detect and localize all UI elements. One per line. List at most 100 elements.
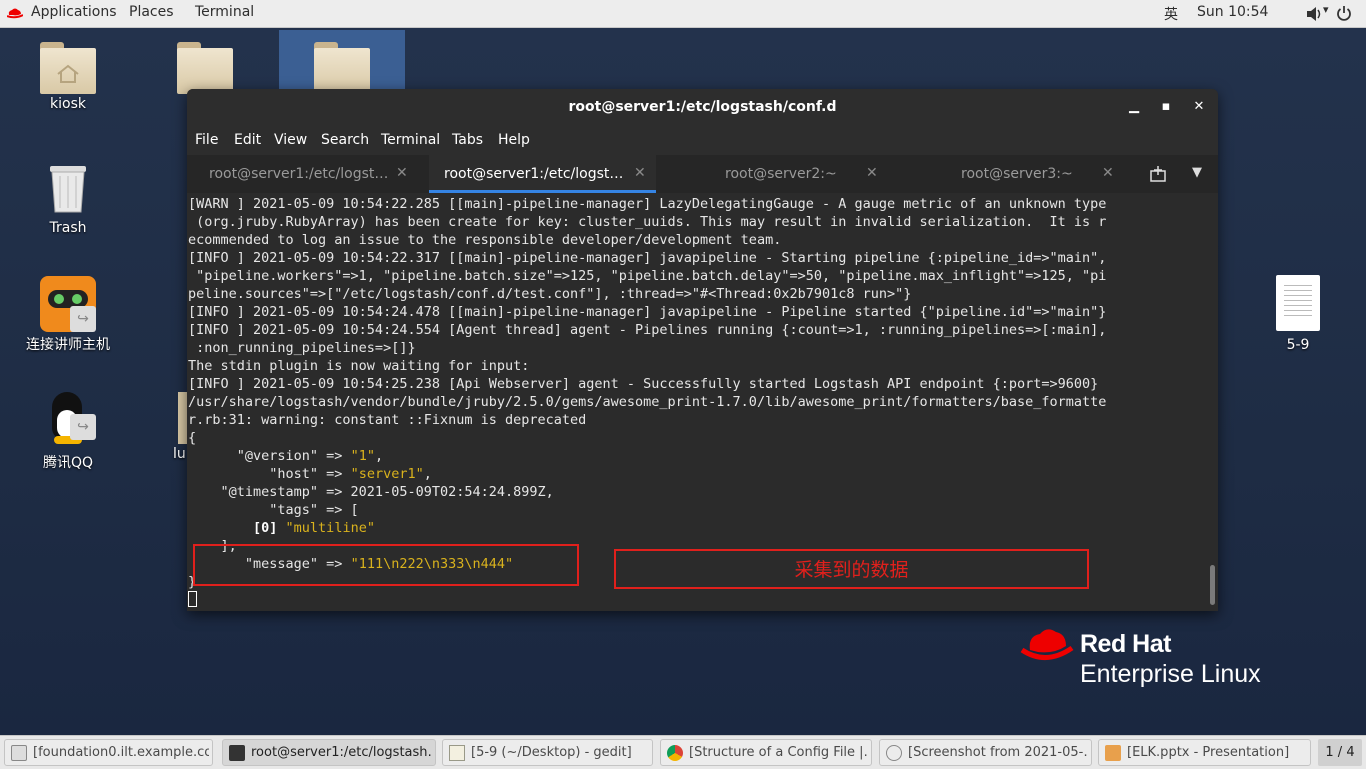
impress-icon bbox=[1105, 745, 1121, 761]
terminal-line: [INFO ] 2021-05-09 10:54:22.317 [[main]-… bbox=[188, 250, 1107, 266]
minimize-icon[interactable]: ▁ bbox=[1124, 97, 1144, 117]
menu-file[interactable]: File bbox=[195, 132, 218, 148]
menu-terminal[interactable]: Terminal bbox=[381, 132, 440, 148]
clock[interactable]: Sun 10:54 bbox=[1197, 4, 1268, 20]
tab-label: root@server2:~ bbox=[725, 166, 837, 182]
desktop-icon-label: 连接讲师主机 bbox=[26, 337, 110, 353]
taskbar: [foundation0.ilt.example.co… root@server… bbox=[0, 735, 1366, 769]
record-host-line: "host" => "server1", bbox=[188, 466, 432, 482]
scrollbar-thumb[interactable] bbox=[1210, 565, 1215, 605]
tab-server1-b[interactable]: root@server1:/etc/logst… ✕ bbox=[429, 155, 656, 193]
volume-icon[interactable] bbox=[1305, 6, 1323, 22]
input-method-indicator[interactable]: 英 bbox=[1164, 4, 1178, 24]
workspace-switcher[interactable]: 1 / 4 bbox=[1318, 739, 1362, 766]
taskbar-item-label: [Screenshot from 2021-05-… bbox=[908, 745, 1088, 760]
terminal-line: peline.sources"=>["/etc/logstash/conf.d/… bbox=[188, 286, 912, 302]
terminal-line: (org.jruby.RubyArray) has been create fo… bbox=[188, 214, 1107, 230]
terminal-line: r.rb:31: warning: constant ::Fixnum is d… bbox=[188, 412, 587, 428]
terminal-line: [INFO ] 2021-05-09 10:54:24.554 [Agent t… bbox=[188, 322, 1107, 338]
taskbar-item-label: [Structure of a Config File |… bbox=[689, 745, 867, 760]
menu-edit[interactable]: Edit bbox=[234, 132, 261, 148]
applications-menu[interactable]: Applications bbox=[31, 4, 117, 20]
power-icon[interactable] bbox=[1336, 5, 1352, 21]
system-menu-chevron-icon[interactable]: ▾ bbox=[1323, 3, 1329, 16]
taskbar-item-impress[interactable]: [ELK.pptx - Presentation] bbox=[1098, 739, 1311, 766]
terminal-cursor bbox=[188, 591, 197, 607]
terminal-line: ecommended to log an issue to the respon… bbox=[188, 232, 782, 248]
close-icon[interactable]: ✕ bbox=[1189, 97, 1209, 117]
terminal-line: [INFO ] 2021-05-09 10:54:24.478 [[main]-… bbox=[188, 304, 1107, 320]
menu-help[interactable]: Help bbox=[498, 132, 530, 148]
annotation-highlight-box bbox=[193, 544, 579, 586]
desktop-icon-kiosk[interactable]: kiosk bbox=[18, 42, 118, 112]
taskbar-item-gedit[interactable]: [5-9 (~/Desktop) - gedit] bbox=[442, 739, 653, 766]
qq-penguin-icon: ↪ bbox=[40, 392, 96, 450]
taskbar-item-label: root@server1:/etc/logstash… bbox=[251, 745, 431, 760]
desktop-icon-label: Trash bbox=[49, 220, 87, 236]
tab-server3[interactable]: root@server3:~ ✕ bbox=[899, 155, 1135, 193]
desktop-icon-qq[interactable]: ↪ 腾讯QQ bbox=[18, 392, 118, 472]
desktop-icon-folder[interactable] bbox=[155, 42, 255, 94]
tab-close-icon[interactable]: ✕ bbox=[634, 165, 646, 181]
terminal-line: /usr/share/logstash/vendor/bundle/jruby/… bbox=[188, 394, 1107, 410]
taskbar-item-screenshot[interactable]: [Screenshot from 2021-05-… bbox=[879, 739, 1092, 766]
tab-label: root@server3:~ bbox=[961, 166, 1073, 182]
tab-close-icon[interactable]: ✕ bbox=[866, 165, 878, 181]
redhat-branding: Red Hat Enterprise Linux bbox=[1020, 626, 1300, 696]
record-version-line: "@version" => "1", bbox=[188, 448, 384, 464]
desktop-icon-remote-host[interactable]: ↪ 连接讲师主机 bbox=[18, 276, 118, 354]
desktop-icon-folder-selected[interactable] bbox=[292, 42, 392, 94]
terminal-app-menu[interactable]: Terminal bbox=[195, 4, 254, 20]
folder-icon bbox=[177, 42, 233, 94]
tab-server1-a[interactable]: root@server1:/etc/logst… ✕ bbox=[187, 155, 424, 193]
terminal-line: [INFO ] 2021-05-09 10:54:25.238 [Api Web… bbox=[188, 376, 1099, 392]
folder-icon bbox=[314, 42, 370, 94]
record-timestamp-line: "@timestamp" => 2021-05-09T02:54:24.899Z… bbox=[188, 484, 554, 500]
record-tags-line: "tags" => [ bbox=[188, 502, 359, 518]
terminal-line: [WARN ] 2021-05-09 10:54:22.285 [[main]-… bbox=[188, 196, 1107, 212]
chrome-icon bbox=[667, 745, 683, 761]
brand-line-2: Enterprise Linux bbox=[1080, 660, 1261, 688]
record-tags-item-line: [0] "multiline" bbox=[253, 520, 375, 536]
places-menu[interactable]: Places bbox=[129, 4, 174, 20]
brand-line-1: Red Hat bbox=[1080, 630, 1171, 658]
taskbar-item-vm[interactable]: [foundation0.ilt.example.co… bbox=[4, 739, 213, 766]
vm-icon bbox=[11, 745, 27, 761]
taskbar-item-label: [ELK.pptx - Presentation] bbox=[1127, 745, 1290, 760]
taskbar-item-chrome[interactable]: [Structure of a Config File |… bbox=[660, 739, 872, 766]
redhat-icon bbox=[7, 8, 23, 19]
menu-tabs[interactable]: Tabs bbox=[452, 132, 483, 148]
tab-label: root@server1:/etc/logst… bbox=[444, 166, 624, 182]
terminal-line: The stdin plugin is now waiting for inpu… bbox=[188, 358, 530, 374]
tab-close-icon[interactable]: ✕ bbox=[396, 165, 408, 181]
window-title: root@server1:/etc/logstash/conf.d bbox=[568, 99, 837, 115]
gedit-icon bbox=[449, 745, 465, 761]
window-title-bar[interactable]: root@server1:/etc/logstash/conf.d ▁ ▪ ✕ bbox=[187, 89, 1218, 125]
desktop-icon-label: 腾讯QQ bbox=[42, 455, 94, 471]
taskbar-item-label: [5-9 (~/Desktop) - gedit] bbox=[471, 745, 632, 760]
tiger-app-icon: ↪ bbox=[40, 276, 96, 332]
desktop-icon-label: 5-9 bbox=[1286, 337, 1310, 353]
terminal-icon bbox=[229, 745, 245, 761]
new-tab-icon[interactable] bbox=[1149, 166, 1167, 182]
trash-icon bbox=[50, 166, 86, 213]
terminal-scrollbar[interactable] bbox=[1207, 193, 1218, 611]
terminal-line: :non_running_pipelines=>[]} bbox=[188, 340, 416, 356]
menu-search[interactable]: Search bbox=[321, 132, 369, 148]
terminal-line: "pipeline.workers"=>1, "pipeline.batch.s… bbox=[188, 268, 1107, 284]
tabs-menu-chevron-down-icon[interactable]: ▼ bbox=[1192, 165, 1202, 180]
menu-bar: File Edit View Search Terminal Tabs Help bbox=[187, 125, 1218, 155]
terminal-window[interactable]: root@server1:/etc/logstash/conf.d ▁ ▪ ✕ … bbox=[187, 89, 1218, 611]
annotation-label: 采集到的数据 bbox=[794, 559, 909, 581]
top-bar: Applications Places Terminal 英 Sun 10:54… bbox=[0, 0, 1366, 28]
desktop-icon-trash[interactable]: Trash bbox=[18, 160, 118, 236]
menu-view[interactable]: View bbox=[274, 132, 307, 148]
maximize-icon[interactable]: ▪ bbox=[1156, 97, 1176, 117]
home-folder-icon bbox=[40, 42, 96, 94]
redhat-logo-icon bbox=[1020, 629, 1074, 660]
tab-label: root@server1:/etc/logst… bbox=[209, 166, 389, 182]
image-viewer-icon bbox=[886, 745, 902, 761]
tab-close-icon[interactable]: ✕ bbox=[1102, 165, 1114, 181]
tab-server2[interactable]: root@server2:~ ✕ bbox=[661, 155, 897, 193]
taskbar-item-terminal[interactable]: root@server1:/etc/logstash… bbox=[222, 739, 436, 766]
